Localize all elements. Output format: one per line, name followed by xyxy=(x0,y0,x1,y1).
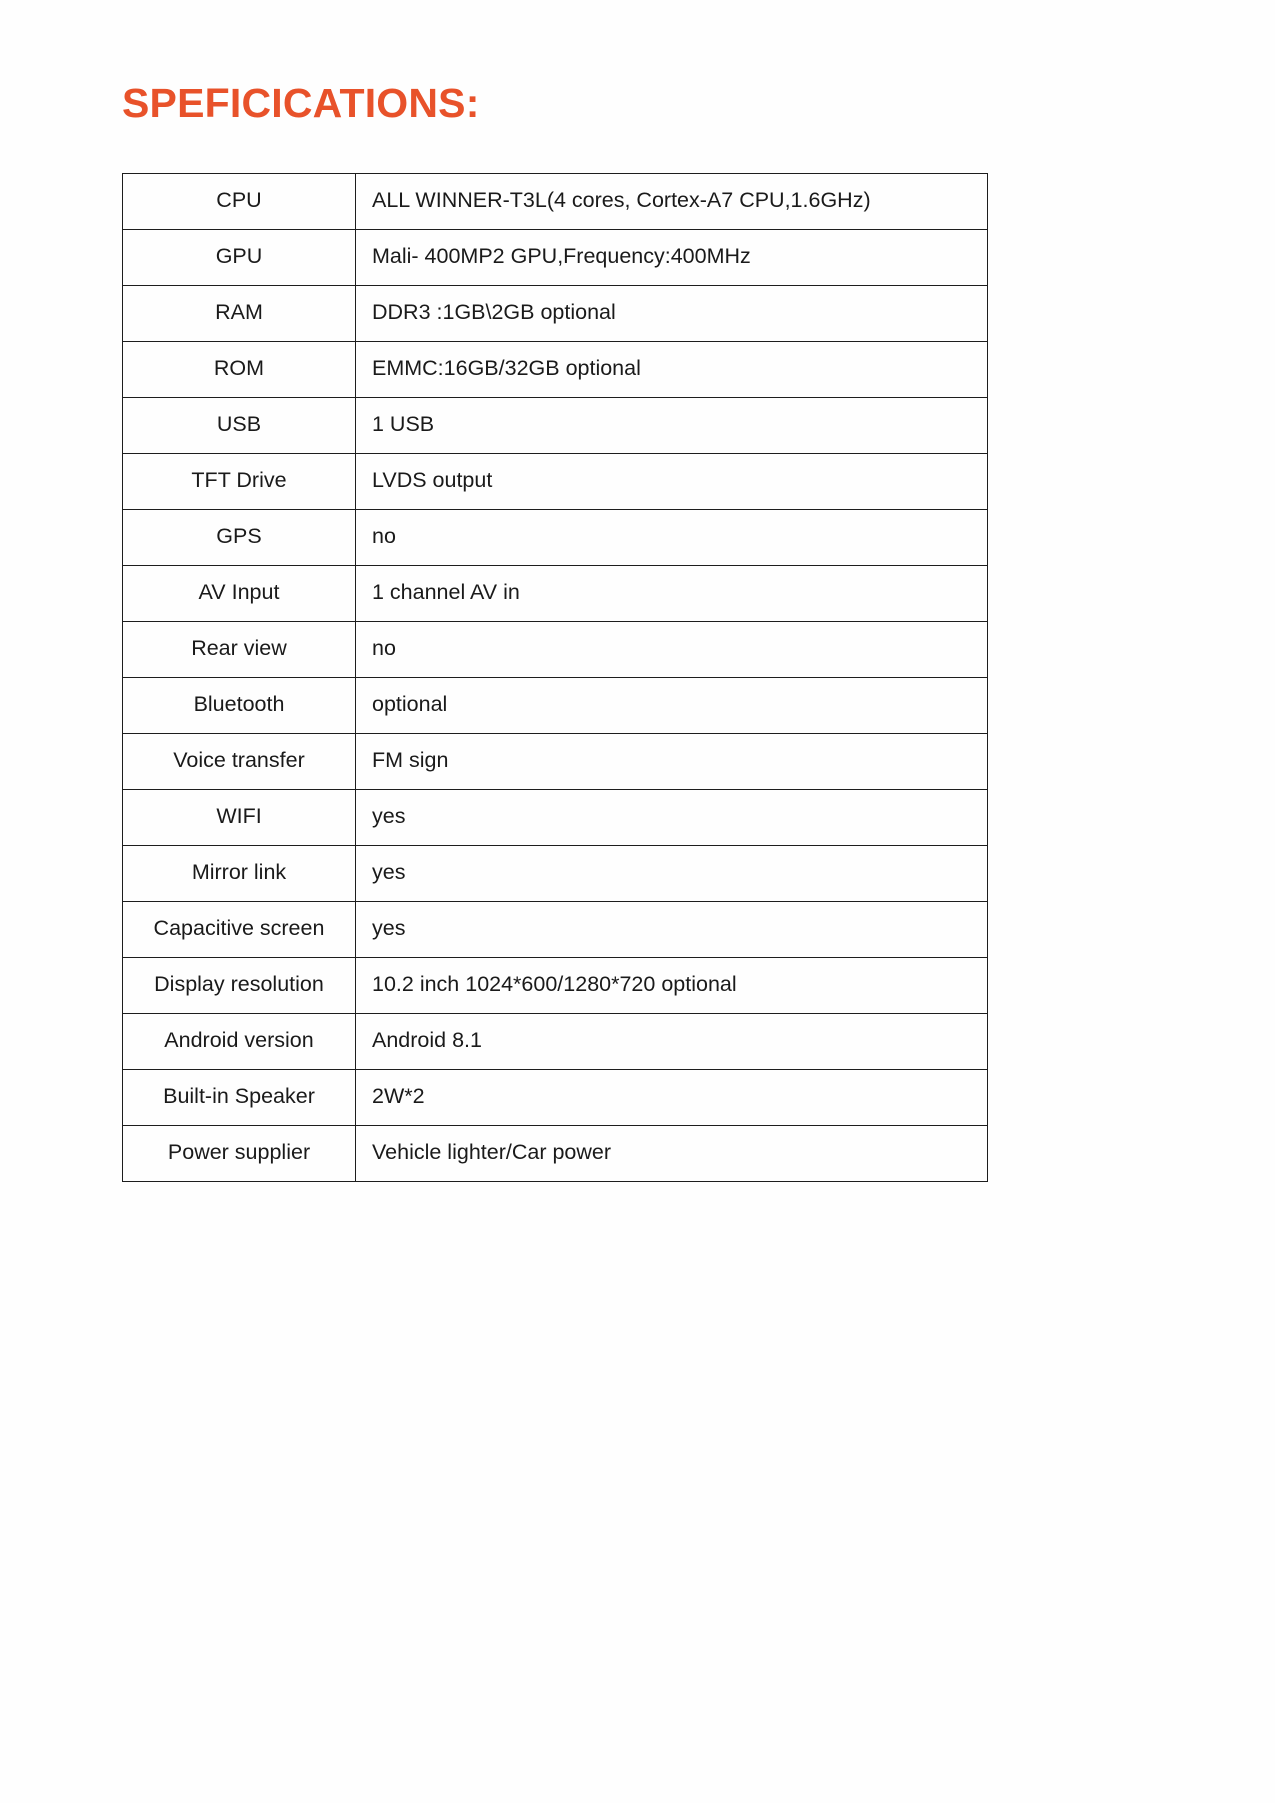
table-row: USB 1 USB xyxy=(122,397,988,454)
spec-value-cell: FM sign xyxy=(355,733,988,790)
spec-label-cell: RAM xyxy=(122,285,356,342)
spec-label-cell: USB xyxy=(122,397,356,454)
specifications-table-body: CPU ALL WINNER-T3L(4 cores, Cortex-A7 CPU… xyxy=(122,173,988,1182)
spec-value-cell: yes xyxy=(355,789,988,846)
table-row: Display resolution 10.2 inch 1024*600/128… xyxy=(122,957,988,1014)
spec-label-cell: GPU xyxy=(122,229,356,286)
spec-label-cell: WIFI xyxy=(122,789,356,846)
spec-label-cell: Built-in Speaker xyxy=(122,1069,356,1126)
spec-label-cell: TFT Drive xyxy=(122,453,356,510)
spec-label-cell: Power supplier xyxy=(122,1125,356,1182)
table-row: ROM EMMC:16GB/32GB optional xyxy=(122,341,988,398)
table-row: Bluetooth optional xyxy=(122,677,988,734)
spec-label-cell: Voice transfer xyxy=(122,733,356,790)
spec-label-cell: AV Input xyxy=(122,565,356,622)
spec-value-cell: 10.2 inch 1024*600/1280*720 optional xyxy=(355,957,988,1014)
page-title: SPEFICICATIONS: xyxy=(122,80,480,126)
spec-label-cell: GPS xyxy=(122,509,356,566)
table-row: Voice transfer FM sign xyxy=(122,733,988,790)
spec-value-cell: EMMC:16GB/32GB optional xyxy=(355,341,988,398)
table-row: Capacitive screen yes xyxy=(122,901,988,958)
spec-value-cell: yes xyxy=(355,845,988,902)
table-row: Power supplier Vehicle lighter/Car power xyxy=(122,1125,988,1182)
table-row: Mirror link yes xyxy=(122,845,988,902)
spec-value-cell: 1 USB xyxy=(355,397,988,454)
spec-label-cell: Android version xyxy=(122,1013,356,1070)
spec-label-cell: Capacitive screen xyxy=(122,901,356,958)
spec-label-cell: Rear view xyxy=(122,621,356,678)
document-page: SPEFICICATIONS: CPU ALL WINNER-T3L(4 core… xyxy=(0,0,1275,1803)
table-row: GPS no xyxy=(122,509,988,566)
spec-value-cell: Vehicle lighter/Car power xyxy=(355,1125,988,1182)
spec-label-cell: CPU xyxy=(122,173,356,230)
table-row: Built-in Speaker 2W*2 xyxy=(122,1069,988,1126)
table-row: GPU Mali- 400MP2 GPU,Frequency:400MHz xyxy=(122,229,988,286)
spec-value-cell: Mali- 400MP2 GPU,Frequency:400MHz xyxy=(355,229,988,286)
table-row: WIFI yes xyxy=(122,789,988,846)
table-row: Rear view no xyxy=(122,621,988,678)
spec-label-cell: Bluetooth xyxy=(122,677,356,734)
spec-value-cell: no xyxy=(355,621,988,678)
table-row: CPU ALL WINNER-T3L(4 cores, Cortex-A7 CPU… xyxy=(122,173,988,230)
spec-value-cell: ALL WINNER-T3L(4 cores, Cortex-A7 CPU,1.… xyxy=(355,173,988,230)
spec-value-cell: yes xyxy=(355,901,988,958)
spec-value-cell: optional xyxy=(355,677,988,734)
spec-value-cell: no xyxy=(355,509,988,566)
table-row: RAM DDR3 :1GB\2GB optional xyxy=(122,285,988,342)
specifications-table: CPU ALL WINNER-T3L(4 cores, Cortex-A7 CPU… xyxy=(122,173,988,1182)
table-row: TFT Drive LVDS output xyxy=(122,453,988,510)
spec-value-cell: DDR3 :1GB\2GB optional xyxy=(355,285,988,342)
spec-label-cell: Mirror link xyxy=(122,845,356,902)
spec-label-cell: ROM xyxy=(122,341,356,398)
spec-value-cell: 2W*2 xyxy=(355,1069,988,1126)
table-row: AV Input 1 channel AV in xyxy=(122,565,988,622)
table-row: Android version Android 8.1 xyxy=(122,1013,988,1070)
spec-value-cell: 1 channel AV in xyxy=(355,565,988,622)
spec-value-cell: Android 8.1 xyxy=(355,1013,988,1070)
spec-label-cell: Display resolution xyxy=(122,957,356,1014)
spec-value-cell: LVDS output xyxy=(355,453,988,510)
